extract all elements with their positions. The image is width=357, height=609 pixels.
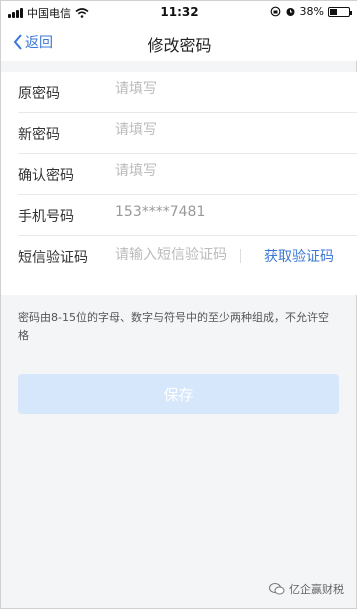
- page-frame: 中国电信 11:32 38% 返回 修改密码 原密码 新密码 确认密码 手机号码…: [0, 0, 357, 609]
- get-code-button[interactable]: 获取验证码: [264, 246, 334, 266]
- phone-row: 手机号码: [18, 195, 357, 236]
- lock-rotation-icon: [270, 6, 280, 17]
- save-button[interactable]: 保存: [18, 374, 339, 414]
- old-password-label: 原密码: [18, 86, 60, 102]
- sms-code-input[interactable]: 请输入短信验证码: [115, 245, 227, 265]
- watermark-text: 亿企赢财税: [289, 583, 344, 596]
- confirm-password-input[interactable]: [115, 163, 265, 179]
- page-title: 修改密码: [147, 36, 212, 55]
- alarm-icon: [286, 8, 295, 16]
- password-form: 原密码 新密码 确认密码 手机号码 短信验证码 请输入短信验证码 获取验证码: [1, 72, 357, 295]
- battery-icon: [328, 6, 352, 17]
- password-rule-hint: 密码由8-15位的字母、数字与符号中的至少两种组成，不允许空格: [18, 311, 329, 342]
- sms-code-label: 短信验证码: [18, 250, 88, 266]
- phone-input: [115, 204, 265, 220]
- divider: [240, 249, 241, 263]
- new-password-label: 新密码: [18, 127, 60, 143]
- battery-percent: 38%: [299, 5, 324, 18]
- navigation-bar: 返回 修改密码: [1, 23, 357, 61]
- wechat-icon: [269, 583, 285, 595]
- old-password-input[interactable]: [115, 81, 265, 97]
- status-bar: 中国电信 11:32 38%: [1, 1, 357, 23]
- watermark: 亿企赢财税: [269, 581, 344, 597]
- new-password-input[interactable]: [115, 122, 265, 138]
- confirm-password-row: 确认密码: [18, 154, 357, 195]
- old-password-row: 原密码: [18, 72, 357, 113]
- sms-code-row: 短信验证码 请输入短信验证码 获取验证码: [18, 236, 357, 295]
- phone-label: 手机号码: [18, 209, 74, 225]
- new-password-row: 新密码: [18, 113, 357, 154]
- confirm-password-label: 确认密码: [18, 168, 74, 184]
